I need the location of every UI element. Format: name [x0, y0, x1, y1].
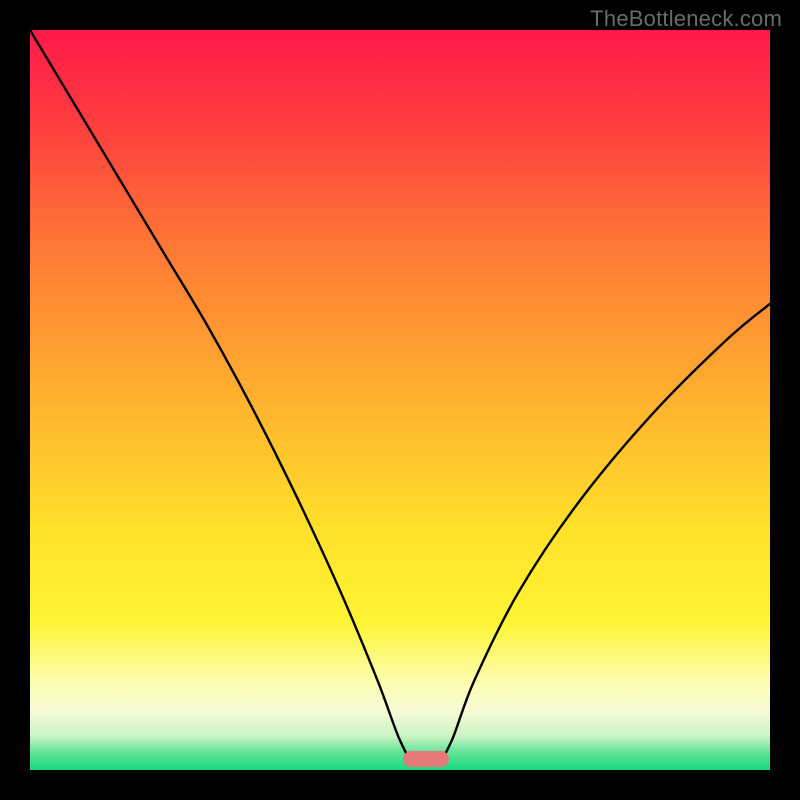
plot-area	[30, 30, 770, 770]
curve-path	[30, 30, 770, 765]
chart-curve	[30, 30, 770, 770]
bottleneck-marker	[403, 751, 449, 767]
chart-frame: TheBottleneck.com	[0, 0, 800, 800]
watermark-text: TheBottleneck.com	[590, 6, 782, 32]
